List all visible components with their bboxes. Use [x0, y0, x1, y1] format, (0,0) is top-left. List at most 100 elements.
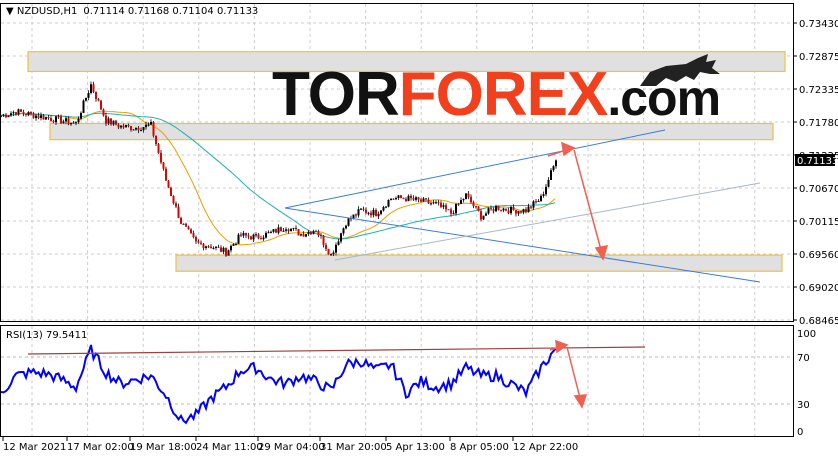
candle-body: [215, 246, 217, 248]
forecast-arrow-up: [547, 141, 609, 261]
y-tick-label: 0.70115: [799, 217, 838, 228]
candle-body: [177, 206, 180, 218]
candle-body: [160, 152, 162, 163]
candle-body: [435, 202, 437, 204]
candle-body: [507, 210, 510, 214]
rsi-tick-label: 30: [797, 400, 810, 411]
candle-body: [37, 115, 40, 118]
candle-body: [555, 160, 557, 167]
candle-body: [240, 234, 242, 236]
candle-body: [120, 125, 122, 128]
candle-body: [302, 234, 305, 237]
candle-body: [17, 109, 20, 115]
candle-body: [412, 198, 415, 200]
candle-body: [442, 205, 445, 207]
candle-body: [192, 233, 195, 238]
candle-body: [185, 223, 187, 227]
candle-body: [320, 235, 322, 237]
candle-body: [305, 234, 307, 237]
candle-body: [462, 199, 465, 201]
candle-body: [25, 113, 27, 116]
candle-body: [287, 229, 290, 232]
candle-body: [375, 209, 377, 217]
candle-body: [217, 246, 220, 248]
candle-body: [485, 213, 487, 216]
candle-body: [470, 196, 472, 203]
candle-body: [500, 210, 502, 212]
candle-body: [162, 162, 165, 169]
candle-body: [117, 124, 120, 128]
candle-body: [27, 112, 30, 116]
x-tick-label: 24 Mar 11:00: [196, 442, 263, 453]
candle-body: [140, 130, 142, 132]
candle-body: [115, 120, 117, 125]
candle-body: [175, 203, 177, 207]
candle-body: [532, 201, 535, 208]
candle-body: [102, 109, 105, 116]
candle-body: [542, 194, 545, 196]
candle-body: [22, 111, 25, 114]
candle-body: [82, 100, 85, 113]
candle-body: [262, 237, 265, 240]
candle-body: [202, 243, 205, 249]
candle-body: [282, 230, 285, 232]
candle-body: [35, 115, 37, 119]
candle-body: [495, 205, 497, 212]
candle-body: [377, 213, 380, 217]
candle-body: [2, 114, 5, 116]
candle-body: [227, 250, 230, 256]
candle-body: [252, 234, 255, 240]
candle-body: [207, 246, 210, 248]
candle-body: [187, 226, 190, 230]
candle-body: [60, 116, 62, 124]
candle-body: [142, 127, 145, 131]
channel-upper-line[interactable]: [284, 129, 666, 209]
candle-body: [405, 198, 407, 201]
candle-body: [7, 115, 10, 118]
candle-body: [57, 116, 60, 118]
candle-body: [537, 201, 540, 203]
candle-body: [422, 198, 425, 202]
candle-body: [342, 228, 345, 234]
candle-body: [212, 247, 215, 249]
candle-body: [337, 241, 340, 245]
candle-body: [475, 206, 477, 208]
candle-body: [205, 246, 207, 249]
candle-body: [32, 113, 35, 119]
candle-body: [62, 121, 65, 124]
x-tick-label: 12 Mar 2021: [3, 442, 66, 453]
candle-body: [275, 229, 277, 233]
candle-body: [322, 235, 325, 245]
candle-body: [180, 217, 182, 224]
candle-body: [237, 234, 240, 244]
candle-body: [447, 209, 450, 211]
x-tick-label: 19 Mar 18:00: [130, 442, 197, 453]
candle-body: [65, 118, 67, 122]
candle-body: [432, 202, 435, 204]
candle-body: [297, 229, 300, 236]
candle-body: [112, 120, 115, 125]
candle-body: [497, 205, 500, 211]
candle-body: [452, 213, 455, 215]
candle-body: [517, 211, 520, 214]
candle-body: [317, 231, 320, 236]
rsi-label: RSI(13) 79.5411: [6, 330, 87, 341]
candle-body: [107, 118, 110, 124]
support-resistance-zone: [175, 254, 783, 272]
candle-body: [92, 84, 95, 92]
candle-body: [520, 211, 522, 213]
candle-body: [530, 206, 532, 208]
candle-body: [225, 247, 227, 256]
candle-body: [357, 209, 360, 216]
candle-body: [392, 198, 395, 200]
candle-body: [122, 125, 125, 128]
candle-body: [42, 115, 45, 120]
candle-body: [255, 234, 257, 236]
candle-body: [402, 198, 405, 200]
candle-body: [420, 199, 422, 202]
candle-body: [12, 112, 15, 114]
candle-body: [512, 206, 515, 211]
candle-body: [45, 117, 47, 120]
candle-body: [135, 128, 137, 130]
candle-body: [492, 209, 495, 212]
